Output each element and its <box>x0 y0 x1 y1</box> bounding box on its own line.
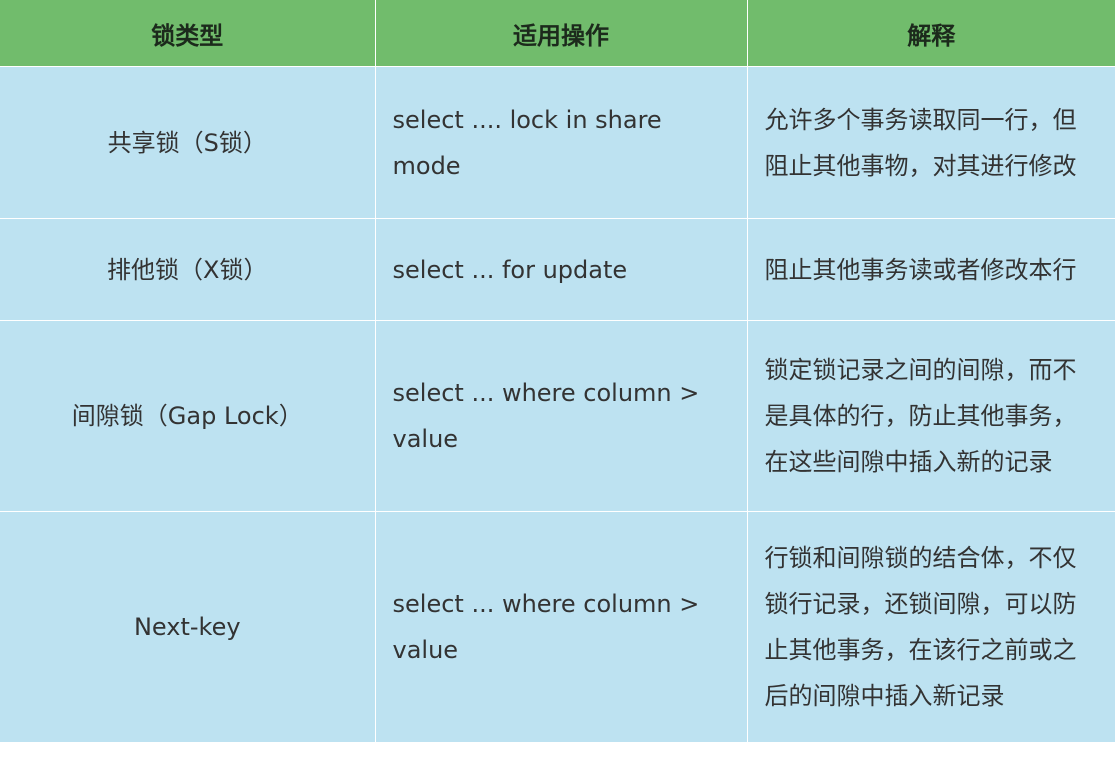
header-operation: 适用操作 <box>375 0 748 67</box>
description-cell: 阻止其他事务读或者修改本行 <box>747 218 1115 321</box>
operation-cell: select ... for update <box>375 218 748 321</box>
lock-types-table: 锁类型 适用操作 解释 共享锁（S锁） select .... lock in … <box>0 0 1115 742</box>
table-header: 锁类型 适用操作 解释 <box>0 0 1115 67</box>
description-cell: 锁定锁记录之间的间隙，而不是具体的行，防止其他事务，在这些间隙中插入新的记录 <box>747 320 1115 512</box>
table-row: 共享锁（S锁） select .... lock in share mode 允… <box>0 66 1115 219</box>
lock-type-cell: 排他锁（X锁） <box>0 218 376 321</box>
table-row: 间隙锁（Gap Lock） select ... where column > … <box>0 320 1115 512</box>
operation-cell: select .... lock in share mode <box>375 66 748 219</box>
table-body: 共享锁（S锁） select .... lock in share mode 允… <box>0 66 1115 742</box>
description-cell: 行锁和间隙锁的结合体，不仅锁行记录，还锁间隙，可以防止其他事务，在该行之前或之后… <box>747 511 1115 742</box>
header-description: 解释 <box>747 0 1115 67</box>
operation-cell: select ... where column > value <box>375 511 748 742</box>
header-lock-type: 锁类型 <box>0 0 376 67</box>
lock-type-cell: 共享锁（S锁） <box>0 66 376 219</box>
header-row: 锁类型 适用操作 解释 <box>0 0 1115 67</box>
operation-cell: select ... where column > value <box>375 320 748 512</box>
lock-type-cell: 间隙锁（Gap Lock） <box>0 320 376 512</box>
table-row: Next-key select ... where column > value… <box>0 511 1115 742</box>
table-row: 排他锁（X锁） select ... for update 阻止其他事务读或者修… <box>0 218 1115 321</box>
lock-type-cell: Next-key <box>0 511 376 742</box>
description-cell: 允许多个事务读取同一行，但阻止其他事物，对其进行修改 <box>747 66 1115 219</box>
